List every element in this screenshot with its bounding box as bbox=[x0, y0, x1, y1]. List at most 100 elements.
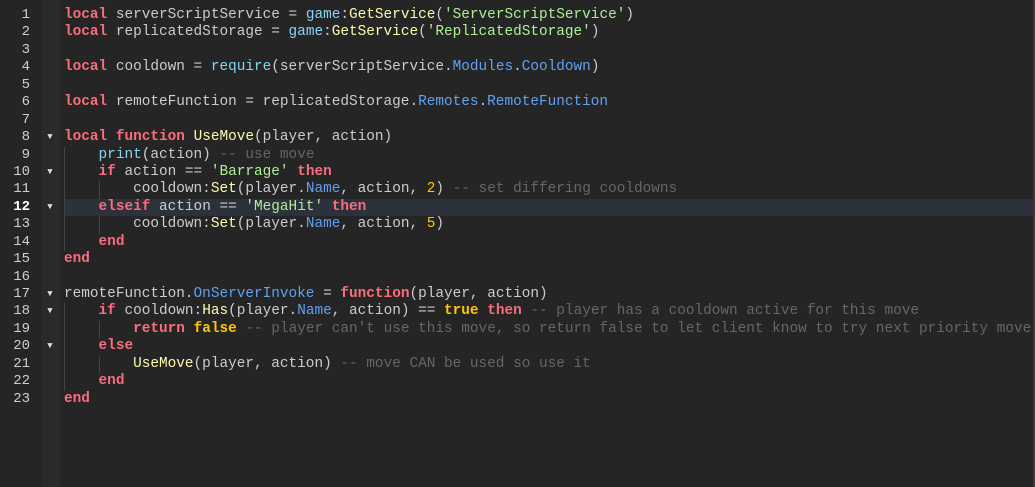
line-number: 20 bbox=[13, 338, 30, 355]
line-code[interactable]: local remoteFunction = replicatedStorage… bbox=[64, 94, 1033, 111]
fold-triangle-down-icon[interactable]: ▼ bbox=[45, 338, 55, 355]
line-number: 12 bbox=[13, 198, 30, 215]
code-line[interactable]: 9 print(action) -- use move bbox=[0, 146, 1033, 164]
keyword-token: elseif bbox=[98, 198, 151, 215]
fold-triangle-down-icon[interactable]: ▼ bbox=[45, 129, 55, 146]
text-token: . bbox=[478, 94, 488, 111]
boolean-token: false bbox=[193, 320, 237, 337]
code-line[interactable]: 8 ▼ local function UseMove(player, action) bbox=[0, 129, 1033, 146]
code-line[interactable]: 23 end bbox=[0, 391, 1033, 408]
method-token: Has bbox=[202, 303, 229, 320]
code-line[interactable]: 5 bbox=[0, 77, 1033, 94]
code-line[interactable]: 18 ▼ if cooldown:Has(player.Name, action)… bbox=[0, 303, 1033, 321]
line-number: 19 bbox=[13, 320, 30, 337]
fold-triangle-down-icon[interactable]: ▼ bbox=[45, 199, 55, 216]
line-code[interactable]: local serverScriptService = game:GetServ… bbox=[64, 7, 1033, 24]
code-line[interactable]: 7 bbox=[0, 112, 1033, 129]
text-token: remoteFunction = replicatedStorage. bbox=[107, 94, 419, 111]
code-line[interactable]: 12 ▼ elseif action == 'MegaHit' then bbox=[0, 198, 1033, 217]
code-line[interactable]: 6 local remoteFunction = replicatedStorag… bbox=[0, 94, 1033, 111]
keyword-token: local bbox=[64, 94, 108, 111]
fold-triangle-down-icon[interactable]: ▼ bbox=[45, 164, 55, 181]
line-code[interactable]: if action == 'Barrage' then bbox=[64, 163, 1033, 182]
keyword-token: return bbox=[133, 320, 185, 337]
code-line[interactable]: 11 cooldown:Set(player.Name, action, 2) … bbox=[0, 181, 1033, 199]
line-code[interactable]: end bbox=[64, 373, 1033, 391]
line-code[interactable]: local cooldown = require(serverScriptSer… bbox=[64, 59, 1033, 76]
code-line[interactable]: 10 ▼ if action == 'Barrage' then bbox=[0, 163, 1033, 182]
line-code[interactable]: remoteFunction.OnServerInvoke = function… bbox=[64, 286, 1033, 303]
text-token: . bbox=[513, 59, 522, 76]
text-token: (player. bbox=[228, 303, 298, 320]
line-code[interactable]: else bbox=[64, 338, 1033, 356]
comment-token: -- move CAN be used so use it bbox=[340, 355, 591, 372]
text-token: , action) == bbox=[331, 303, 445, 320]
line-code[interactable]: local replicatedStorage = game:GetServic… bbox=[64, 24, 1033, 41]
line-code[interactable] bbox=[64, 77, 1033, 94]
code-line[interactable]: 20 ▼ else bbox=[0, 338, 1033, 356]
line-number: 6 bbox=[21, 94, 30, 111]
line-number: 7 bbox=[21, 111, 30, 128]
line-code[interactable]: elseif action == 'MegaHit' then bbox=[64, 198, 1033, 217]
line-code[interactable]: end bbox=[64, 251, 1033, 268]
line-number: 13 bbox=[13, 216, 30, 233]
code-line[interactable]: 16 bbox=[0, 269, 1033, 286]
code-line[interactable]: 4 local cooldown = require(serverScriptSe… bbox=[0, 59, 1033, 76]
code-line[interactable]: 15 end bbox=[0, 251, 1033, 268]
code-line[interactable]: 3 bbox=[0, 42, 1033, 59]
code-line[interactable]: 21 UseMove(player, action) -- move CAN b… bbox=[0, 355, 1033, 374]
code-line[interactable]: 22 end bbox=[0, 373, 1033, 391]
line-code[interactable]: UseMove(player, action) -- move CAN be u… bbox=[64, 355, 1033, 374]
indent-guide bbox=[98, 216, 100, 234]
string-token: 'Barrage' bbox=[210, 163, 289, 180]
indent-guide bbox=[64, 320, 65, 339]
text-token: (player. bbox=[236, 216, 306, 233]
text-token: ) bbox=[590, 59, 600, 76]
fold-triangle-down-icon[interactable]: ▼ bbox=[45, 303, 55, 320]
keyword-token: if bbox=[98, 303, 116, 320]
code-line[interactable]: 17 ▼ remoteFunction.OnServerInvoke = funct… bbox=[0, 286, 1033, 303]
line-code[interactable]: if cooldown:Has(player.Name, action) == … bbox=[64, 303, 1033, 321]
line-code[interactable]: cooldown:Set(player.Name, action, 2) -- … bbox=[64, 181, 1033, 199]
text-token: cooldown: bbox=[115, 303, 203, 320]
code-line[interactable]: 13 cooldown:Set(player.Name, action, 5) bbox=[0, 216, 1033, 234]
fold-triangle-down-icon[interactable]: ▼ bbox=[45, 286, 55, 303]
code-line[interactable]: 14 end bbox=[0, 233, 1033, 252]
line-number: 9 bbox=[21, 146, 30, 163]
line-code[interactable]: end bbox=[64, 391, 1033, 408]
line-code[interactable] bbox=[64, 112, 1033, 129]
line-code[interactable]: print(action) -- use move bbox=[64, 146, 1033, 164]
keyword-token: then bbox=[487, 303, 522, 320]
code-line[interactable]: 1 local serverScriptService = game:GetSer… bbox=[0, 7, 1033, 24]
line-number: 4 bbox=[21, 59, 30, 76]
line-code[interactable]: end bbox=[64, 233, 1033, 252]
indent-guide bbox=[98, 355, 100, 374]
line-code[interactable]: local function UseMove(player, action) bbox=[64, 129, 1033, 146]
property-token: Name bbox=[305, 216, 341, 233]
method-token: Set bbox=[210, 181, 237, 198]
code-line[interactable]: 2 local replicatedStorage = game:GetServi… bbox=[0, 24, 1033, 41]
line-number: 22 bbox=[13, 373, 30, 390]
line-code[interactable]: cooldown:Set(player.Name, action, 5) bbox=[64, 216, 1033, 234]
text-token: serverScriptService = bbox=[107, 7, 306, 23]
line-number: 1 bbox=[21, 7, 30, 23]
line-code[interactable]: return false -- player can't use this mo… bbox=[64, 320, 1033, 339]
keyword-token: if bbox=[98, 163, 116, 180]
line-code[interactable] bbox=[64, 269, 1033, 286]
code-lines[interactable]: 1 local serverScriptService = game:GetSer… bbox=[0, 7, 1033, 408]
code-editor[interactable]: 1 local serverScriptService = game:GetSer… bbox=[0, 0, 1035, 487]
keyword-token: then bbox=[297, 163, 332, 180]
line-code[interactable] bbox=[64, 42, 1033, 59]
text-token: (serverScriptService. bbox=[271, 59, 453, 76]
code-line[interactable]: 19 return false -- player can't use this… bbox=[0, 320, 1033, 339]
text-token: ) bbox=[625, 7, 634, 23]
text-token: (action) bbox=[141, 146, 220, 163]
text-token: cooldown: bbox=[64, 216, 211, 233]
